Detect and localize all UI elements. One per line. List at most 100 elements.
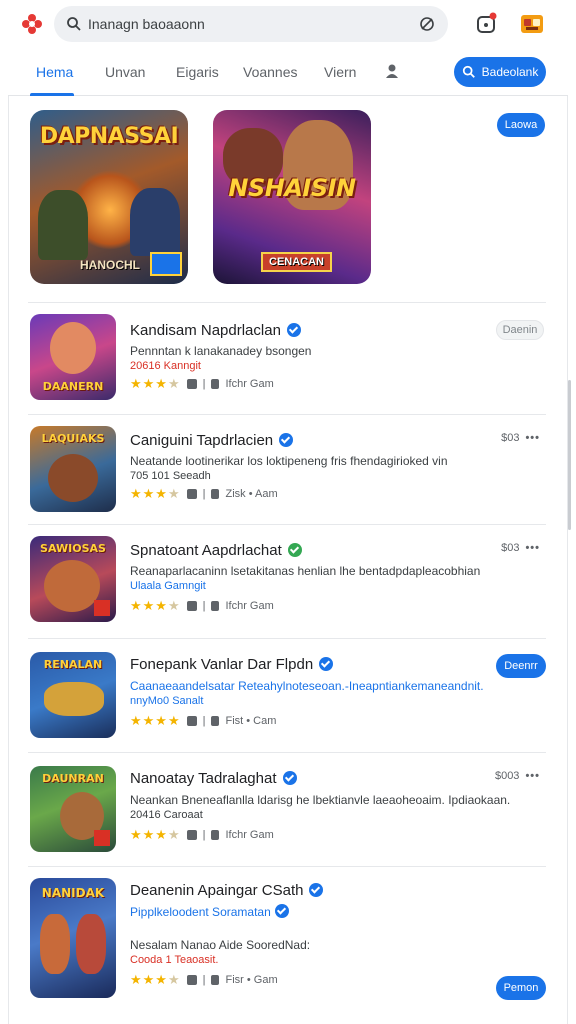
top-bar: [0, 0, 576, 48]
verified-badge-icon: [279, 433, 294, 447]
app-meta: ★★★★ | Ifchr Gam: [130, 827, 274, 843]
pinwheel-logo-icon[interactable]: [20, 12, 44, 36]
tab-home[interactable]: Hema: [36, 64, 73, 80]
star-rating: ★★★★: [130, 598, 181, 613]
download-icon: [211, 975, 220, 985]
download-icon: [211, 830, 220, 840]
app-icon[interactable]: DAUNRAN: [30, 766, 116, 852]
star-rating: ★★★★: [130, 713, 181, 728]
app-name: Nanoatay Tadralaghat: [130, 770, 277, 787]
app-action-button[interactable]: Deenrr: [496, 654, 546, 678]
tab-viern[interactable]: Viern: [324, 64, 356, 80]
search-icon: [462, 65, 475, 78]
app-price-label: $03: [501, 542, 520, 554]
notification-icon[interactable]: [474, 12, 498, 36]
app-icon-badge: [94, 600, 110, 616]
download-icon: [211, 601, 220, 611]
app-name-row[interactable]: Spnatoant Aapdrlachat: [130, 542, 302, 559]
gamepad-icon[interactable]: [520, 12, 544, 36]
app-price[interactable]: $03 •••: [501, 542, 540, 554]
divider: [28, 638, 546, 639]
app-name-row[interactable]: Kandisam Napdrlaclan: [130, 322, 301, 339]
content-frame-left: [8, 96, 9, 1024]
featured-card[interactable]: NSHAISIN CENACAN: [213, 110, 371, 284]
tab-voannes[interactable]: Voannes: [243, 64, 298, 80]
app-price[interactable]: $03 •••: [501, 432, 540, 444]
more-options-icon[interactable]: •••: [525, 770, 540, 782]
app-name-row[interactable]: Fonepank Vanlar Dar Flpdn: [130, 656, 334, 673]
featured-badge: HANOCHL: [80, 258, 140, 272]
app-icon[interactable]: SAWIOSAS: [30, 536, 116, 622]
app-name-row[interactable]: Caniguini Tapdrlacien: [130, 432, 294, 449]
app-name: Fonepank Vanlar Dar Flpdn: [130, 656, 314, 673]
app-description: Pipplkeloodent Soramatan: [130, 904, 289, 919]
app-subtitle: 20616 Kanngit: [130, 360, 201, 372]
content-rating-icon: [186, 489, 197, 499]
content-frame-right: [567, 96, 568, 1024]
search-input[interactable]: [88, 13, 408, 35]
app-icon-title: RENALAN: [43, 658, 103, 671]
featured-title: NSHAISIN: [228, 174, 356, 202]
app-icon[interactable]: RENALAN: [30, 652, 116, 738]
divider: [28, 524, 546, 525]
app-icon[interactable]: NANIDAK: [30, 878, 116, 998]
app-list-item[interactable]: DAANERN Kandisam Napdrlaclan Pennntan k …: [28, 314, 546, 414]
content-rating-icon: [186, 975, 197, 985]
featured-card[interactable]: DAPNASSAI HANOCHL: [30, 110, 188, 284]
app-name: Deanenin Apaingar CSath: [130, 882, 304, 899]
app-icon-title: NANIDAK: [41, 886, 105, 900]
featured-artwork: [38, 190, 88, 260]
scrollbar[interactable]: [568, 380, 571, 530]
app-icon-title: DAANERN: [42, 380, 104, 393]
more-options-icon[interactable]: •••: [525, 432, 540, 444]
more-options-icon[interactable]: •••: [525, 542, 540, 554]
app-list-item[interactable]: DAUNRAN Nanoatay Tadralaghat Neankan Bne…: [28, 762, 546, 866]
app-name-row[interactable]: Deanenin Apaingar CSath: [130, 882, 324, 899]
app-icon-artwork: [76, 914, 106, 974]
app-meta: ★★★★ | Ifchr Gam: [130, 598, 274, 614]
app-list-item[interactable]: LAQUIAKS Caniguini Tapdrlacien Neatande …: [28, 424, 546, 524]
verified-badge-icon: [286, 323, 301, 337]
app-list-item[interactable]: NANIDAK Deanenin Apaingar CSath Pipplkel…: [28, 876, 546, 1006]
app-name-row[interactable]: Nanoatay Tadralaghat: [130, 770, 297, 787]
app-price[interactable]: $003 •••: [495, 770, 540, 782]
primary-action-button[interactable]: Badeolank: [454, 57, 546, 87]
app-name: Spnatoant Aapdrlachat: [130, 542, 282, 559]
app-subtitle: Ulaala Gamngit: [130, 580, 206, 592]
primary-action-label: Badeolank: [481, 65, 539, 79]
divider: [28, 866, 546, 867]
tab-unvan[interactable]: Unvan: [105, 64, 145, 80]
voice-search-icon[interactable]: [418, 15, 436, 33]
app-name: Caniguini Tapdrlacien: [130, 432, 274, 449]
app-icon[interactable]: LAQUIAKS: [30, 426, 116, 512]
app-meta-text: Fisr • Gam: [225, 974, 278, 986]
app-meta-text: Zisk • Aam: [225, 488, 278, 500]
app-meta-text: Fist • Cam: [225, 715, 277, 727]
app-action-button[interactable]: Daenin: [496, 320, 544, 340]
app-meta: ★★★★ | Fist • Cam: [130, 713, 276, 729]
verified-badge-icon: [319, 657, 334, 671]
nav-tabs: Hema Unvan Eigaris Voannes Viern Badeola…: [8, 50, 568, 96]
search-bar[interactable]: [54, 6, 448, 42]
featured-action-button[interactable]: Laowa: [497, 113, 545, 137]
search-icon: [67, 17, 81, 31]
app-icon-artwork: [44, 560, 100, 612]
app-icon[interactable]: DAANERN: [30, 314, 116, 400]
app-subtitle: 705 101 Seeadh: [130, 470, 211, 482]
featured-badge: CENACAN: [261, 252, 332, 272]
verified-badge-icon: [274, 904, 289, 918]
app-icon-artwork: [44, 682, 104, 716]
app-action-button[interactable]: Pemon: [496, 976, 546, 1000]
download-icon: [211, 489, 220, 499]
app-icon-title: DAUNRAN: [42, 772, 104, 785]
app-list-item[interactable]: SAWIOSAS Spnatoant Aapdrlachat Reanaparl…: [28, 534, 546, 638]
tab-eigaris[interactable]: Eigaris: [176, 64, 219, 80]
app-icon-badge: [94, 830, 110, 846]
featured-artwork: [130, 188, 180, 256]
person-icon[interactable]: [384, 62, 402, 80]
verified-badge-icon: [287, 543, 302, 557]
content-rating-icon: [186, 830, 197, 840]
divider: [28, 302, 546, 303]
verified-badge-icon: [309, 883, 324, 897]
app-list-item[interactable]: RENALAN Fonepank Vanlar Dar Flpdn Caanae…: [28, 648, 546, 752]
